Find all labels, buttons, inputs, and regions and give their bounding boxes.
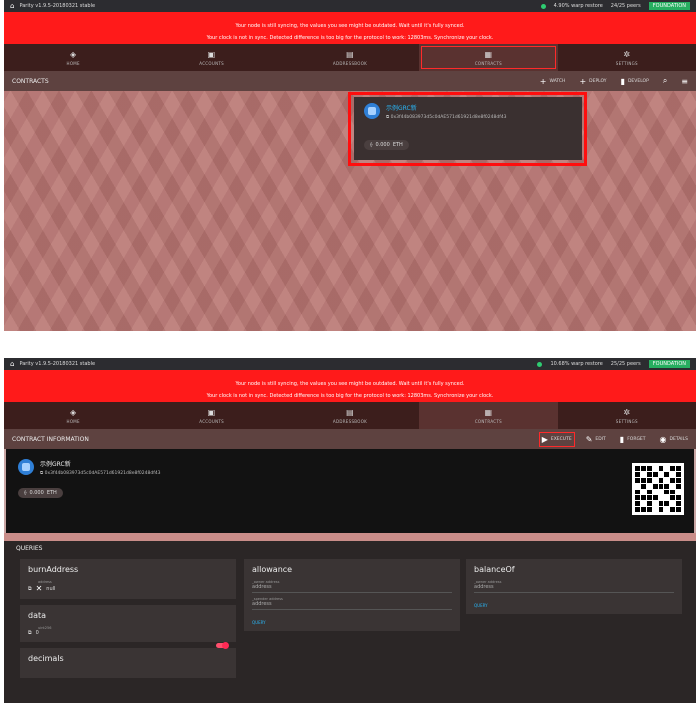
network-badge: FOUNDATION (648, 2, 690, 10)
balance-badge: ⟠ 0.000 ETH (18, 488, 63, 498)
page-title: CONTRACTS (12, 77, 49, 85)
contract-identicon (18, 459, 34, 475)
develop-button[interactable]: ▮ DEVELOP (621, 77, 649, 86)
edit-button[interactable]: ✎ EDIT (586, 435, 606, 444)
page-title: CONTRACT INFORMATION (12, 435, 89, 443)
deploy-button[interactable]: + DEPLOY (579, 77, 606, 86)
query-balanceof: balanceOf _owner address address QUERY (466, 559, 682, 614)
page-header: CONTRACTS + WATCH + DEPLOY ▮ DEVELOP ⌕ ≡ (4, 71, 696, 91)
warning-sync-text: Your node is still syncing, the values y… (235, 23, 465, 29)
watch-button[interactable]: + WATCH (540, 77, 566, 86)
data-toggle[interactable] (216, 642, 229, 649)
main-nav: ◈ HOME ▣ ACCOUNTS ▤ ADDRESSBOOK ▦ CONTRACTS … (4, 44, 696, 71)
connection-status-icon (537, 361, 543, 367)
plus-icon: + (539, 76, 547, 86)
warning-clock-text: Your clock is not in sync. Detected diff… (206, 393, 494, 399)
query-data: data uint256 ⧉ 0 (20, 605, 236, 649)
sync-status: 4.90% warp restore (553, 3, 603, 9)
app-version: Parity v1.9.5-20180321 stable (19, 3, 96, 9)
copy-icon[interactable]: ⧉ (28, 586, 32, 592)
tab-contracts[interactable]: ▦ CONTRACTS (419, 44, 558, 71)
details-button[interactable]: ◉ DETAILS (660, 435, 688, 444)
contracts-icon: ▦ (484, 49, 493, 59)
contract-card[interactable]: 示例GRC新 ⧉ 0x3f44b083973d5c0dAE571d61921d8… (354, 97, 582, 160)
tab-settings[interactable]: ✲ SETTINGS (558, 44, 696, 71)
spender-address-input[interactable]: address (252, 601, 452, 610)
contracts-icon: ▦ (484, 407, 493, 417)
sort-button[interactable]: ≡ (681, 77, 688, 86)
balance-badge: ⟠ 0.000 ETH (364, 140, 409, 150)
trash-icon: ▮ (619, 434, 625, 444)
app-version: Parity v1.9.5-20180321 stable (19, 361, 96, 367)
gear-icon: ✲ (623, 407, 631, 417)
allowance-query-button[interactable]: QUERY (252, 620, 452, 625)
connection-status-icon (540, 3, 546, 9)
tab-accounts[interactable]: ▣ ACCOUNTS (142, 402, 280, 429)
contract-address: ⧉ 0x3f44b083973d5c0dAE571d61921d8e8f0248… (40, 471, 161, 476)
pencil-icon: ✎ (585, 434, 593, 444)
gear-icon: ✲ (623, 49, 631, 59)
accounts-icon: ▣ (207, 49, 216, 59)
warning-clock-text: Your clock is not in sync. Detected diff… (206, 35, 494, 41)
plus-icon: + (579, 76, 587, 86)
contract-address: ⧉ 0x3f44b083973d5c0dAE571d61921d8e8f0248… (386, 115, 507, 120)
addressbook-icon: ▤ (346, 407, 354, 417)
eth-icon: ⟠ (370, 142, 373, 148)
close-icon: ✕ (35, 584, 43, 593)
contracts-screen: ⌂ Parity v1.9.5-20180321 stable 4.90% wa… (4, 0, 696, 331)
eye-icon: ◉ (659, 434, 667, 444)
peers-count: 25/25 peers (610, 361, 641, 367)
contract-name: 示例GRC新 (386, 105, 417, 112)
contract-identicon (364, 103, 380, 119)
peers-count: 24/25 peers (610, 3, 641, 9)
play-icon: ▶ (541, 434, 548, 444)
file-icon: ▮ (620, 76, 625, 86)
status-bar: ⌂ Parity v1.9.5-20180321 stable 10.68% w… (4, 358, 696, 370)
copy-icon[interactable]: ⧉ (28, 630, 32, 636)
contract-header: 示例GRC新 ⧉ 0x3f44b083973d5c0dAE571d61921d8… (4, 449, 696, 533)
home-icon: ◈ (69, 49, 77, 59)
execute-button[interactable]: ▶ EXECUTE (538, 431, 575, 447)
sync-warning-banner: Your node is still syncing, the values y… (4, 12, 696, 44)
page-header: CONTRACT INFORMATION ▶ EXECUTE ✎ EDIT ▮ FOR… (4, 429, 696, 449)
tab-addressbook[interactable]: ▤ ADDRESSBOOK (281, 402, 419, 429)
forget-button[interactable]: ▮ FORGET (620, 435, 646, 444)
parity-icon: ⌂ (10, 360, 15, 368)
sync-status: 10.68% warp restore (550, 361, 603, 367)
contract-name: 示例GRC新 (40, 461, 71, 468)
status-bar: ⌂ Parity v1.9.5-20180321 stable 4.90% wa… (4, 0, 696, 12)
tab-accounts[interactable]: ▣ ACCOUNTS (142, 44, 280, 71)
tab-settings[interactable]: ✲ SETTINGS (558, 402, 696, 429)
tab-home[interactable]: ◈ HOME (4, 44, 142, 71)
contract-information-screen: ⌂ Parity v1.9.5-20180321 stable 10.68% w… (4, 358, 696, 703)
tab-home[interactable]: ◈ HOME (4, 402, 142, 429)
eth-icon: ⟠ (24, 490, 27, 496)
queries-section: QUERIES burnAddress address ⧉ ✕ null data … (4, 541, 696, 703)
warning-sync-text: Your node is still syncing, the values y… (235, 381, 465, 387)
addressbook-icon: ▤ (346, 49, 354, 59)
search-button[interactable]: ⌕ (663, 76, 667, 86)
queries-column-2: allowance _owner address address _spende… (244, 559, 460, 637)
parity-icon: ⌂ (10, 2, 15, 10)
balance-owner-input[interactable]: address (474, 584, 674, 593)
network-badge: FOUNDATION (648, 360, 690, 368)
divider (4, 533, 696, 541)
accounts-icon: ▣ (207, 407, 216, 417)
owner-address-input[interactable]: address (252, 584, 452, 593)
sync-warning-banner: Your node is still syncing, the values y… (4, 370, 696, 402)
search-icon: ⌕ (662, 76, 668, 85)
query-allowance: allowance _owner address address _spende… (244, 559, 460, 631)
balanceof-query-button[interactable]: QUERY (474, 603, 674, 608)
queries-column-3: balanceOf _owner address address QUERY (466, 559, 682, 620)
qr-code (632, 463, 684, 515)
queries-title: QUERIES (16, 545, 43, 552)
tab-addressbook[interactable]: ▤ ADDRESSBOOK (281, 44, 419, 71)
query-burnaddress: burnAddress address ⧉ ✕ null (20, 559, 236, 599)
queries-column-1: burnAddress address ⧉ ✕ null data uint256 … (20, 559, 236, 684)
sort-icon: ≡ (681, 76, 688, 86)
main-nav: ◈ HOME ▣ ACCOUNTS ▤ ADDRESSBOOK ▦ CONTRACTS … (4, 402, 696, 429)
tab-contracts[interactable]: ▦ CONTRACTS (419, 402, 558, 429)
query-decimals: decimals (20, 648, 236, 678)
home-icon: ◈ (69, 407, 77, 417)
